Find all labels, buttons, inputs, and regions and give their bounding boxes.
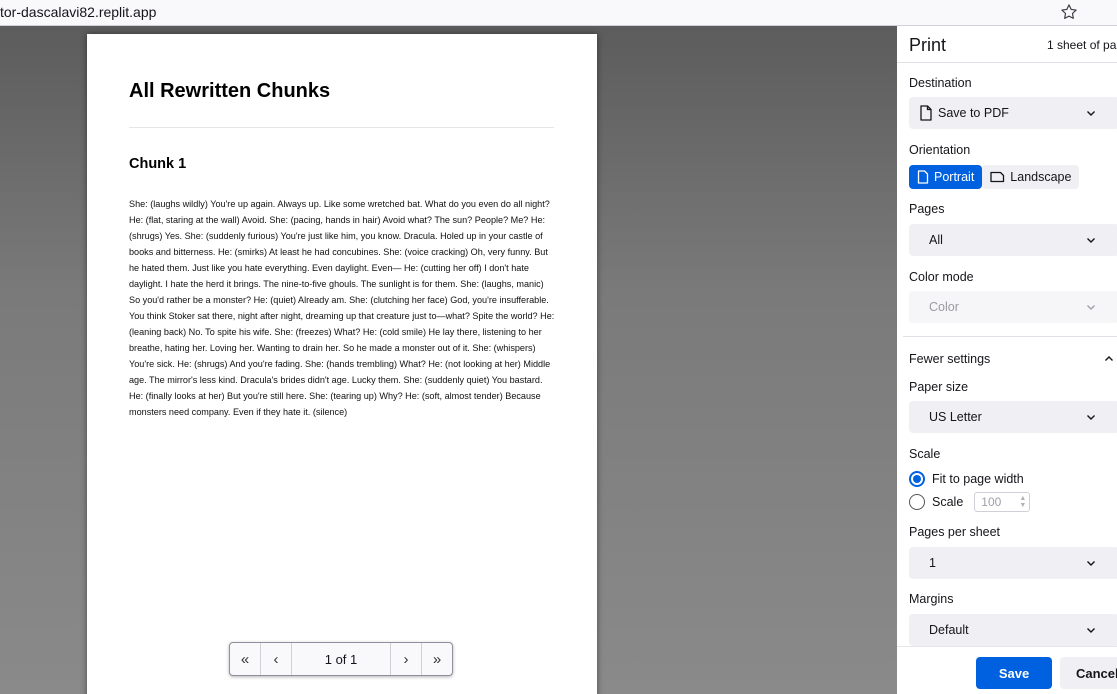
color-mode-select: Color xyxy=(909,291,1117,323)
previous-page-button[interactable]: ‹ xyxy=(261,643,292,675)
cancel-button[interactable]: Cancel xyxy=(1060,657,1117,689)
scale-input-value: 100 xyxy=(981,495,1002,509)
portrait-button[interactable]: Portrait xyxy=(909,165,983,189)
orientation-label: Orientation xyxy=(909,143,971,157)
chevron-down-icon xyxy=(1087,561,1095,566)
pages-select[interactable]: All xyxy=(909,224,1117,256)
scale-label: Scale xyxy=(909,447,941,461)
portrait-label: Portrait xyxy=(934,170,975,184)
chunk-heading: Chunk 1 xyxy=(129,156,187,172)
fit-to-width-option[interactable]: Fit to page width xyxy=(909,471,1024,487)
url-bar[interactable]: tor-dascalavi82.replit.app xyxy=(0,0,1117,26)
chevron-down-icon xyxy=(1087,415,1095,420)
orientation-toggle: Portrait Landscape xyxy=(909,165,1080,189)
destination-select[interactable]: Save to PDF xyxy=(909,97,1117,129)
paper-size-select[interactable]: US Letter xyxy=(909,401,1117,433)
pages-value: All xyxy=(929,233,943,247)
fit-to-width-label: Fit to page width xyxy=(932,472,1024,486)
landscape-icon xyxy=(990,171,1005,183)
first-page-button[interactable]: « xyxy=(230,643,261,675)
pages-per-sheet-value: 1 xyxy=(929,556,936,570)
paper-size-value: US Letter xyxy=(929,410,982,424)
page-title: All Rewritten Chunks xyxy=(129,80,331,102)
print-header: Print 1 sheet of pa xyxy=(897,26,1117,63)
section-divider xyxy=(903,336,1117,337)
chevron-down-icon xyxy=(1087,305,1095,310)
print-title: Print xyxy=(909,35,947,55)
chevron-right-icon: › xyxy=(403,650,409,668)
chevron-up-icon[interactable] xyxy=(1103,353,1115,365)
chevron-left-icon: ‹ xyxy=(273,650,279,668)
page-count: 1 of 1 xyxy=(324,651,358,667)
preview-page: All Rewritten Chunks Chunk 1 She: (laugh… xyxy=(87,34,597,694)
stepper-icon[interactable]: ▲ ▼ xyxy=(1019,495,1026,509)
color-mode-label: Color mode xyxy=(909,270,974,284)
scale-input[interactable]: 100 ▲ ▼ xyxy=(974,492,1031,512)
star-icon[interactable] xyxy=(1059,2,1079,22)
fit-to-width-radio[interactable] xyxy=(909,471,925,487)
next-page-button[interactable]: › xyxy=(390,643,421,675)
chevron-down-icon xyxy=(1087,628,1095,633)
margins-value: Default xyxy=(929,623,969,637)
landscape-label: Landscape xyxy=(1010,170,1072,184)
sheet-count: 1 sheet of pa xyxy=(1047,38,1117,52)
fewer-settings-toggle[interactable]: Fewer settings xyxy=(909,352,990,366)
pages-per-sheet-select[interactable]: 1 xyxy=(909,547,1117,579)
url-text[interactable]: tor-dascalavi82.replit.app xyxy=(0,4,156,20)
destination-label: Destination xyxy=(909,76,972,90)
chunk-body-text: She: (laughs wildly) You're up again. Al… xyxy=(129,199,555,417)
custom-scale-option[interactable]: Scale 100 ▲ ▼ xyxy=(909,492,1031,512)
destination-value: Save to PDF xyxy=(938,106,1009,120)
print-preview-area: All Rewritten Chunks Chunk 1 She: (laugh… xyxy=(0,26,897,694)
title-divider xyxy=(129,127,554,128)
pages-per-sheet-label: Pages per sheet xyxy=(909,525,1001,539)
color-mode-value: Color xyxy=(929,300,959,314)
page-navigator: « ‹ 1 of 1 › » xyxy=(229,642,453,676)
landscape-button[interactable]: Landscape xyxy=(982,165,1080,189)
margins-label: Margins xyxy=(909,592,954,606)
margins-select[interactable]: Default xyxy=(909,614,1117,646)
print-footer: Save Cancel xyxy=(897,646,1117,694)
chevron-down-icon xyxy=(1087,238,1095,243)
chevron-down-icon xyxy=(1087,111,1095,116)
last-page-button[interactable]: » xyxy=(421,643,452,675)
pages-label: Pages xyxy=(909,202,945,216)
document-icon xyxy=(920,105,932,121)
custom-scale-radio[interactable] xyxy=(909,494,925,510)
custom-scale-label: Scale xyxy=(932,495,964,509)
double-chevron-right-icon: » xyxy=(432,650,442,668)
print-settings-panel: Print 1 sheet of pa Destination Save to … xyxy=(897,26,1117,694)
double-chevron-left-icon: « xyxy=(240,650,250,668)
paper-size-label: Paper size xyxy=(909,380,969,394)
portrait-icon xyxy=(917,170,929,184)
save-button[interactable]: Save xyxy=(976,657,1052,689)
